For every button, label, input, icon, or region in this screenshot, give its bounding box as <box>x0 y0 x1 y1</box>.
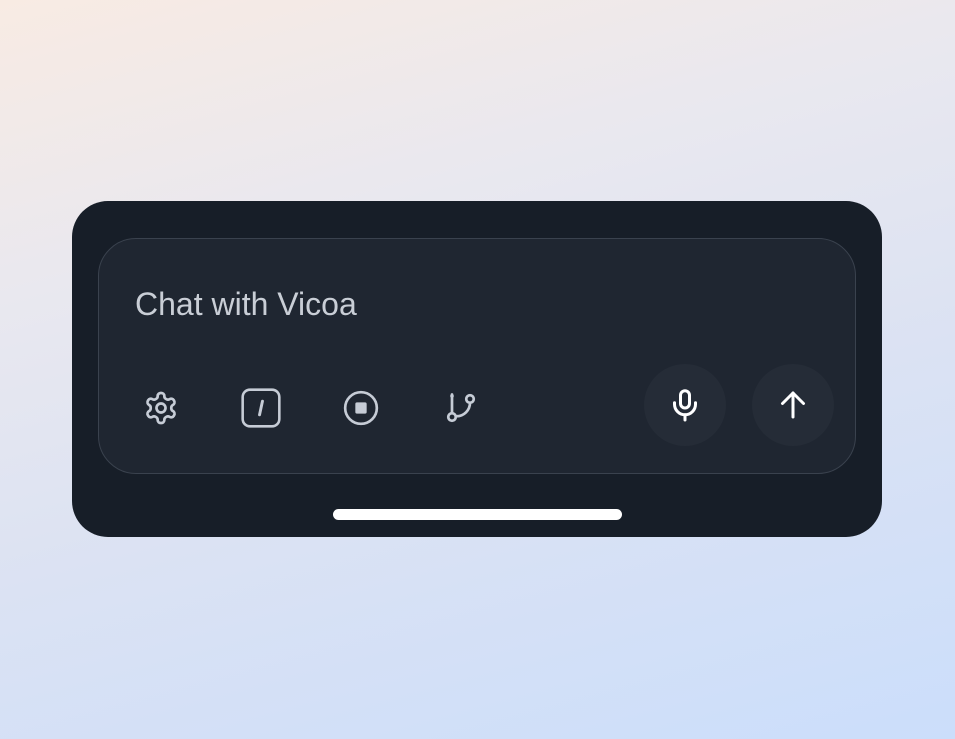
slash-command-button[interactable] <box>237 384 285 432</box>
microphone-icon <box>673 389 697 422</box>
slash-command-icon <box>241 388 281 428</box>
stop-button[interactable] <box>337 384 385 432</box>
send-button[interactable] <box>752 364 834 446</box>
branch-button[interactable] <box>437 384 485 432</box>
chat-composer <box>98 238 856 474</box>
gear-icon <box>146 391 176 425</box>
chat-input[interactable] <box>135 281 615 327</box>
voice-input-button[interactable] <box>644 364 726 446</box>
arrow-up-icon <box>781 391 805 419</box>
home-indicator <box>333 509 622 520</box>
stop-circle-icon <box>343 390 379 426</box>
chat-panel <box>72 201 882 537</box>
git-branch-icon <box>446 393 476 423</box>
settings-button[interactable] <box>137 384 185 432</box>
